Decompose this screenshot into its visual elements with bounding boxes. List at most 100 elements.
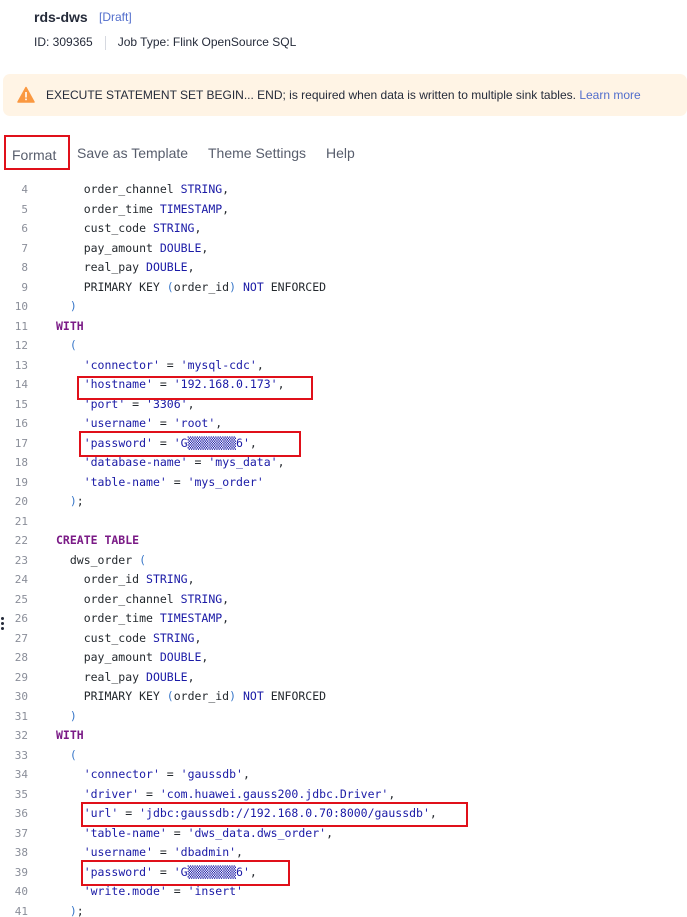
line-number: 18 (14, 456, 28, 469)
code-text: 'table-name' = 'mys_order' (83, 474, 264, 489)
drag-handle-icon[interactable] (0, 615, 6, 637)
code-line: 10 ) (0, 297, 687, 317)
code-line: 34 'connector' = 'gaussdb', (0, 765, 687, 785)
code-line: 29 real_pay DOUBLE, (0, 668, 687, 688)
code-line: 21 (0, 512, 687, 532)
line-number: 9 (21, 280, 28, 294)
code-text: PRIMARY KEY (order_id) NOT ENFORCED (56, 689, 327, 703)
code-line: 25 order_channel STRING, (0, 590, 687, 610)
code-text: real_pay DOUBLE, (56, 260, 195, 274)
highlight-url (81, 802, 468, 827)
code-line: 26 order_time TIMESTAMP, (0, 609, 687, 629)
code-text: cust_code STRING, (56, 630, 202, 645)
line-number: 23 (14, 553, 28, 567)
line-number: 4 (21, 183, 28, 196)
line-number: 24 (14, 573, 28, 586)
code-text: dws_order ( (56, 552, 147, 567)
code-text: order_time TIMESTAMP, (56, 611, 230, 625)
line-number: 8 (21, 261, 28, 274)
highlight-hostname (77, 376, 313, 400)
job-meta: ID: 309365 Job Type: Flink OpenSource SQL (34, 35, 296, 50)
code-text: cust_code STRING, (56, 221, 202, 235)
warning-banner: EXECUTE STATEMENT SET BEGIN... END; is r… (3, 74, 687, 116)
line-number: 17 (14, 436, 28, 450)
line-number: 29 (14, 670, 28, 684)
job-name: rds-dws (34, 9, 88, 25)
code-text: ) (69, 708, 77, 723)
code-line: 27 cust_code STRING, (0, 629, 687, 649)
code-line: 28 pay_amount DOUBLE, (0, 648, 687, 668)
line-number: 21 (14, 514, 28, 528)
editor-toolbar: Format Save as Template Theme Settings H… (0, 132, 687, 172)
sql-editor[interactable]: 4 order_channel STRING, 5 order_time TIME… (0, 172, 687, 917)
line-number: 22 (14, 534, 28, 547)
line-number: 25 (14, 592, 28, 606)
line-number: 15 (14, 397, 28, 411)
line-number: 33 (14, 748, 28, 762)
line-number: 10 (14, 300, 28, 313)
line-number: 20 (14, 495, 28, 508)
code-line: 24 order_id STRING, (0, 570, 687, 590)
code-line: 13 'connector' = 'mysql-cdc', (0, 356, 687, 376)
code-text: order_channel STRING, (56, 591, 230, 606)
line-number: 11 (14, 319, 28, 333)
line-number: 41 (14, 904, 28, 917)
banner-message: EXECUTE STATEMENT SET BEGIN... END; is r… (46, 88, 641, 102)
code-text: order_id STRING, (56, 572, 195, 586)
format-label: Format (12, 147, 57, 163)
line-number: 40 (14, 885, 28, 898)
code-text: order_time TIMESTAMP, (56, 201, 230, 216)
line-number: 13 (14, 358, 28, 372)
line-number: 16 (14, 417, 28, 430)
line-number: 5 (21, 202, 28, 216)
line-number: 12 (14, 339, 28, 352)
code-text: ( (69, 747, 77, 762)
line-number: 30 (14, 690, 28, 703)
save-as-template-button[interactable]: Save as Template (77, 145, 188, 161)
format-button[interactable]: Format (4, 135, 70, 170)
code-text: ); (69, 903, 84, 917)
banner-text: EXECUTE STATEMENT SET BEGIN... END; is r… (46, 88, 576, 102)
line-number: 31 (14, 709, 28, 723)
line-number: 14 (14, 378, 28, 391)
warning-icon (17, 86, 35, 103)
code-line: 8 real_pay DOUBLE, (0, 258, 687, 278)
code-line: 7 pay_amount DOUBLE, (0, 239, 687, 259)
code-text: pay_amount DOUBLE, (56, 650, 209, 664)
code-line: 31 ) (0, 707, 687, 727)
line-number: 37 (14, 826, 28, 840)
code-line: 6 cust_code STRING, (0, 219, 687, 239)
code-line: 4 order_channel STRING, (0, 180, 687, 200)
theme-settings-button[interactable]: Theme Settings (208, 145, 306, 161)
code-line: 12 ( (0, 336, 687, 356)
code-line: 30 PRIMARY KEY (order_id) NOT ENFORCED (0, 687, 687, 707)
meta-divider (104, 35, 106, 50)
line-number: 7 (21, 241, 28, 255)
help-button[interactable]: Help (326, 145, 355, 161)
line-number: 35 (14, 787, 28, 801)
code-line: 20 ); (0, 492, 687, 512)
highlight-password-source (79, 431, 301, 457)
line-number: 19 (14, 475, 28, 489)
code-text: order_channel STRING, (56, 182, 230, 196)
code-line: 22 CREATE TABLE (0, 531, 687, 551)
code-line: 33 ( (0, 746, 687, 766)
job-header: rds-dws [Draft] ID: 309365 Job Type: Flin… (0, 0, 687, 70)
code-text: 'connector' = 'gaussdb', (83, 767, 250, 781)
code-text: 'connector' = 'mysql-cdc', (83, 357, 264, 372)
line-number: 38 (14, 846, 28, 859)
code-line: 32 WITH (0, 726, 687, 746)
code-text: CREATE TABLE (56, 533, 140, 547)
highlight-password-sink (81, 860, 290, 886)
code-text: ) (69, 299, 77, 313)
code-line: 9 PRIMARY KEY (order_id) NOT ENFORCED (0, 278, 687, 298)
line-number: 36 (14, 807, 28, 820)
code-line: 19 'table-name' = 'mys_order' (0, 473, 687, 493)
code-line: 41 ); (0, 902, 687, 917)
learn-more-link[interactable]: Learn more (579, 88, 640, 102)
draft-status-badge: [Draft] (99, 10, 132, 24)
code-line: 5 order_time TIMESTAMP, (0, 200, 687, 220)
job-type: Job Type: Flink OpenSource SQL (117, 35, 297, 49)
line-number: 6 (21, 222, 28, 235)
line-number: 34 (14, 768, 28, 781)
